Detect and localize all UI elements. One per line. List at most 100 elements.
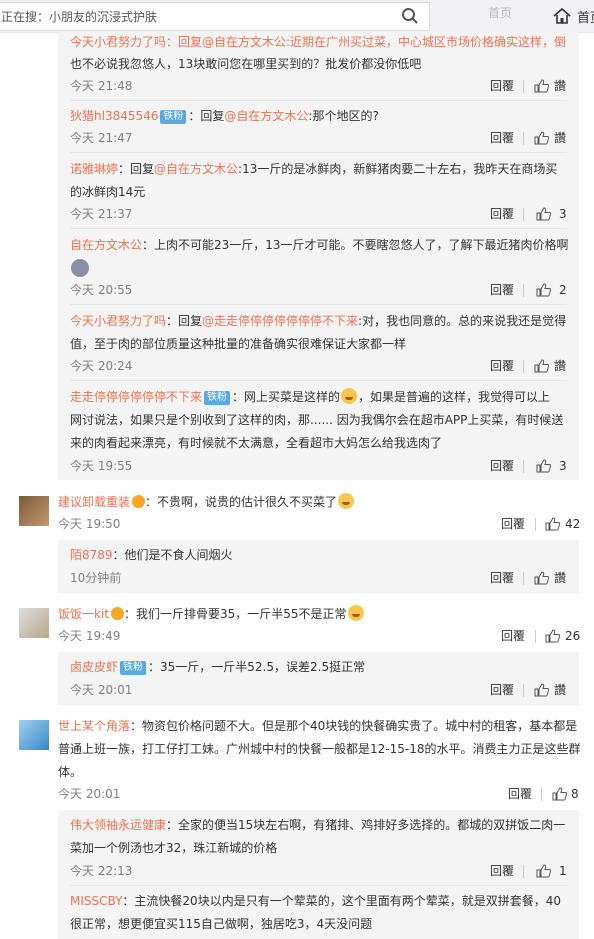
reply-text: 值，至于肉的部位质量这种批量的准备确实很难保证大家都一样: [70, 337, 407, 351]
avatar[interactable]: [19, 608, 49, 638]
reply-prefix: ：回复: [118, 162, 155, 176]
like-icon[interactable]: [536, 459, 551, 473]
reply-text: 来的肉看起来漂亮，有时候就不太满意，全看超市大妈怎么给我选肉了: [70, 436, 443, 450]
timestamp: 今天 19:49: [58, 629, 121, 643]
like-label[interactable]: 讚: [554, 570, 566, 586]
divider: [70, 885, 567, 886]
comment-body: ：物资包价格问题不大。但是那个40块钱的快餐确实贵了。城中村的租客，基本都是: [130, 719, 578, 733]
home-icon[interactable]: [552, 6, 572, 26]
search-placeholder[interactable]: 正在搜：小朋友的沉浸式护肤: [1, 8, 157, 25]
reply-text: 伟大领袖永远健康：全家的便当15块左右啊，有猪排、鸡排好多选择的。都城的双拼饭二…: [70, 815, 565, 835]
like-count: 26: [565, 629, 581, 643]
like-icon[interactable]: [545, 517, 560, 531]
reply-text: 也不必说我忽悠人，13块敢问您在哪里买到的？批发价都没你低吧: [70, 57, 422, 71]
reply-text: 狄猎hl3845546 铁粉 ：回复@自在方文木公:那个地区的?: [70, 106, 379, 126]
like-icon[interactable]: [552, 787, 567, 801]
reply-button[interactable]: 回覆: [490, 130, 514, 146]
search-box[interactable]: 正在搜：小朋友的沉浸式护肤: [0, 2, 430, 31]
reply-body: ：他们是不食人间烟火: [112, 548, 233, 562]
reply-button[interactable]: 回覆: [490, 570, 514, 586]
avatar[interactable]: [19, 720, 49, 750]
username[interactable]: 自在方文木公: [70, 238, 142, 252]
laugh-emoji-icon: [341, 388, 358, 404]
divider: [523, 80, 524, 93]
avatar[interactable]: [19, 496, 49, 526]
mention-link[interactable]: @自在方文木公: [224, 109, 308, 123]
like-icon[interactable]: [536, 864, 551, 878]
divider: [70, 100, 567, 101]
username[interactable]: 建议卸载重装: [58, 495, 130, 509]
like-label[interactable]: 讚: [554, 682, 566, 698]
reply-button[interactable]: 回覆: [490, 458, 514, 474]
like-count: 8: [571, 787, 579, 801]
vip-icon: [132, 495, 146, 508]
like-icon[interactable]: [534, 571, 549, 585]
timestamp: 今天 20:24: [70, 359, 133, 373]
username[interactable]: 卤皮皮虾: [70, 660, 118, 674]
reply-block: 卤皮皮虾 铁粉 ：35一斤，一斤半52.5，误差2.5挺正常 今天 20:01 回覆…: [58, 652, 579, 705]
username[interactable]: MISSCBY: [70, 894, 122, 908]
like-icon[interactable]: [534, 131, 549, 145]
reply-body: :对，我也同意的。总的来说我还是觉得: [358, 314, 567, 328]
divider: [523, 865, 524, 878]
comment-text: 体。: [58, 765, 83, 779]
username[interactable]: 伟大领袖永远健康: [70, 818, 166, 832]
reply-text: 网讨说法，如果只是个别收到了这样的肉，那...... 因为我偶尔会在超市APP上…: [70, 413, 564, 427]
reply-text: MISSCBY：主流快餐20块以内是只有一个荤菜的，这个里面有两个荤菜，就是双拼…: [70, 891, 561, 911]
reply-text: 菜加一个例汤也才32，珠江新城的价格: [70, 841, 278, 855]
reply-button[interactable]: 回覆: [490, 358, 514, 374]
like-icon[interactable]: [536, 283, 551, 297]
username[interactable]: 诺雅琳婷: [70, 162, 118, 176]
username[interactable]: 陌8789: [70, 548, 113, 562]
partial-nav-label[interactable]: 首页: [488, 4, 512, 21]
timestamp: 今天 19:55: [70, 459, 133, 473]
reply-button[interactable]: 回覆: [490, 863, 514, 879]
reply-button[interactable]: 回覆: [490, 206, 514, 222]
smile-emoji-icon: [338, 493, 355, 509]
username[interactable]: 走走停停停停停停不下来: [70, 390, 202, 404]
reply-button[interactable]: 回覆: [508, 786, 532, 802]
home-label[interactable]: 首页: [577, 7, 594, 26]
reply-text: 今天小君努力了吗：回复@自在方文木公:近期在广州买过菜，中心城区市场价格确实这样…: [70, 32, 566, 52]
reply-body: ：35一斤，一斤半52.5，误差2.5挺正常: [148, 660, 366, 674]
reply-body: ：上肉不可能23一斤，13一斤才可能。不要瞎忽悠人了，了解下最近猪肉价格啊: [142, 238, 569, 252]
reply-text: 卤皮皮虾 铁粉 ：35一斤，一斤半52.5，误差2.5挺正常: [70, 657, 365, 677]
reply-text: 今天小君努力了吗：回复@走走停停停停停停停不下来:对，我也同意的。总的来说我还是…: [70, 311, 566, 331]
like-count: 3: [559, 459, 567, 473]
username[interactable]: 狄猎hl3845546: [70, 109, 158, 123]
like-icon[interactable]: [534, 79, 549, 93]
reply-button[interactable]: 回覆: [490, 282, 514, 298]
reply-button[interactable]: 回覆: [501, 516, 525, 532]
username[interactable]: 世上某个角落: [58, 719, 130, 733]
search-icon[interactable]: [401, 7, 419, 25]
divider: [70, 304, 567, 305]
like-label[interactable]: 讚: [554, 130, 566, 146]
like-label[interactable]: 讚: [554, 78, 566, 94]
like-label[interactable]: 讚: [554, 358, 566, 374]
like-count: 3: [559, 207, 567, 221]
timestamp: 今天 21:37: [70, 207, 133, 221]
reply-button[interactable]: 回覆: [490, 78, 514, 94]
divider: [535, 630, 536, 643]
reply-text: 诺雅琳婷：回复@自在方文木公:13一斤的是冰鲜肉，新鲜猪肉要二十左右，我昨天在商…: [70, 159, 557, 179]
like-icon[interactable]: [534, 683, 549, 697]
username[interactable]: 今天小君努力了吗: [70, 314, 166, 328]
top-bar: 正在搜：小朋友的沉浸式护肤 首页 首页: [0, 0, 594, 33]
like-icon[interactable]: [534, 359, 549, 373]
mention-link[interactable]: @自在方文木公: [154, 162, 238, 176]
reply-button[interactable]: 回覆: [501, 628, 525, 644]
emoji-icon: [71, 259, 89, 277]
comment-text: 饭饭一kit ：我们一斤排骨要35，一斤半55不是正常: [58, 604, 365, 624]
divider: [70, 380, 567, 381]
username[interactable]: 饭饭一kit: [58, 607, 109, 621]
reply-button[interactable]: 回覆: [490, 682, 514, 698]
like-icon[interactable]: [536, 207, 551, 221]
comment-body: ：不贵啊，说贵的估计很久不买菜了: [145, 495, 338, 509]
mention-link[interactable]: @走走停停停停停停停不下来: [202, 314, 358, 328]
fan-badge: 铁粉: [204, 391, 231, 405]
divider: [523, 360, 524, 373]
reply-thread-1: 今天小君努力了吗：回复@自在方文木公:近期在广州买过菜，中心城区市场价格确实这样…: [58, 32, 579, 480]
divider: [70, 152, 567, 153]
timestamp: 今天 20:01: [70, 683, 133, 697]
like-icon[interactable]: [545, 629, 560, 643]
